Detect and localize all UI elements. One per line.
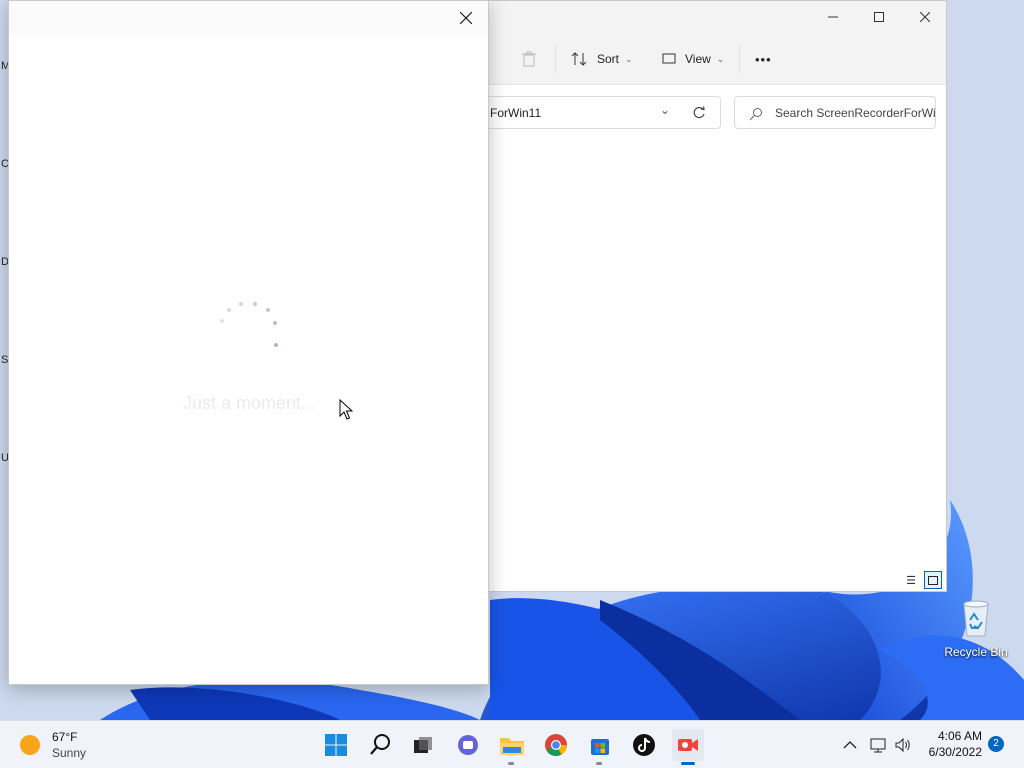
tiles-view-icon[interactable] — [924, 571, 942, 589]
clock-button[interactable]: 4:06 AM 6/30/2022 — [918, 728, 982, 760]
recycle-bin-icon — [963, 600, 989, 637]
chrome-button[interactable] — [540, 729, 572, 761]
chevron-down-icon[interactable]: ⌄ — [660, 103, 670, 117]
weather-widget[interactable]: 67°F Sunny — [20, 730, 86, 760]
view-button[interactable]: View ⌄ — [661, 47, 724, 71]
maximize-icon — [874, 12, 884, 22]
details-view-icon[interactable]: ☰ — [902, 571, 920, 589]
start-button[interactable] — [320, 729, 352, 761]
search-icon — [370, 734, 390, 755]
show-hidden-icons-button[interactable] — [840, 733, 860, 757]
volume-button[interactable] — [892, 733, 914, 757]
address-bar[interactable]: ForWin11 ⌄ — [485, 96, 721, 129]
active-app-indicator — [681, 762, 695, 765]
more-options-button[interactable]: ••• — [755, 47, 772, 71]
chevron-down-icon: ⌄ — [625, 53, 633, 64]
running-indicator — [596, 762, 602, 765]
explorer-title-bar[interactable] — [489, 1, 946, 33]
layout-switcher: ☰ — [902, 571, 942, 589]
loading-spinner-icon — [220, 302, 278, 347]
task-view-icon — [414, 737, 432, 753]
sort-label: Sort — [597, 52, 620, 66]
weather-temperature: 67°F — [52, 730, 78, 744]
video-camera-icon — [678, 739, 698, 751]
sort-icon — [571, 52, 587, 66]
refresh-icon[interactable] — [692, 106, 706, 120]
speaker-icon — [895, 737, 910, 753]
mouse-pointer-icon — [339, 399, 353, 420]
search-icon — [749, 108, 762, 121]
clock-time: 4:06 AM — [937, 729, 982, 743]
sun-icon — [20, 735, 40, 755]
recycle-bin-label: Recycle Bin — [944, 645, 1008, 659]
weather-condition: Sunny — [52, 746, 87, 760]
tiktok-icon — [633, 734, 655, 756]
windows-logo-icon — [325, 734, 347, 756]
maximize-button[interactable] — [856, 1, 902, 33]
microsoft-store-button[interactable] — [584, 729, 616, 765]
screen-recorder-button[interactable] — [672, 729, 704, 765]
tiktok-button[interactable] — [628, 729, 660, 761]
close-icon — [920, 12, 930, 22]
loading-dialog: Just a moment... — [8, 0, 489, 685]
store-icon — [591, 739, 609, 755]
file-explorer-button[interactable] — [496, 729, 528, 765]
chat-icon — [458, 735, 478, 755]
view-label: View — [685, 52, 711, 66]
teams-chat-button[interactable] — [452, 729, 484, 761]
chrome-icon — [545, 734, 567, 756]
search-button[interactable] — [364, 729, 396, 761]
minimize-icon — [828, 16, 838, 18]
taskbar: 67°F Sunny 4:06 AM 6/30/2022 2 — [0, 720, 1024, 768]
trash-icon — [522, 51, 536, 67]
notification-badge[interactable]: 2 — [988, 736, 1004, 752]
clock-date: 6/30/2022 — [928, 745, 982, 759]
network-icon — [870, 738, 886, 753]
chevron-up-icon — [843, 741, 857, 749]
recycle-bin-shortcut[interactable]: Recycle Bin — [944, 596, 1008, 659]
explorer-command-bar: Sort ⌄ View ⌄ ••• — [489, 33, 946, 85]
network-button[interactable] — [867, 733, 889, 757]
sort-button[interactable]: Sort ⌄ — [571, 47, 633, 71]
task-view-button[interactable] — [407, 729, 439, 761]
dialog-title-bar[interactable] — [9, 1, 488, 35]
running-indicator — [508, 762, 514, 765]
minimize-button[interactable] — [810, 1, 856, 33]
toolbar-divider — [555, 45, 556, 73]
address-path: ForWin11 — [490, 106, 542, 120]
loading-message: Just a moment... — [182, 393, 317, 413]
view-icon — [662, 53, 676, 64]
search-box[interactable]: Search ScreenRecorderForWi... — [734, 96, 936, 129]
close-icon[interactable] — [452, 5, 480, 31]
chevron-down-icon: ⌄ — [716, 53, 725, 64]
toolbar-divider — [739, 45, 740, 73]
close-button[interactable] — [902, 1, 948, 33]
file-explorer-window: Sort ⌄ View ⌄ ••• ForWin11 ⌄ Search Scre… — [485, 0, 947, 592]
delete-button[interactable] — [521, 47, 537, 71]
folder-icon — [500, 738, 524, 755]
search-input[interactable]: Search ScreenRecorderForWi... — [775, 106, 935, 120]
